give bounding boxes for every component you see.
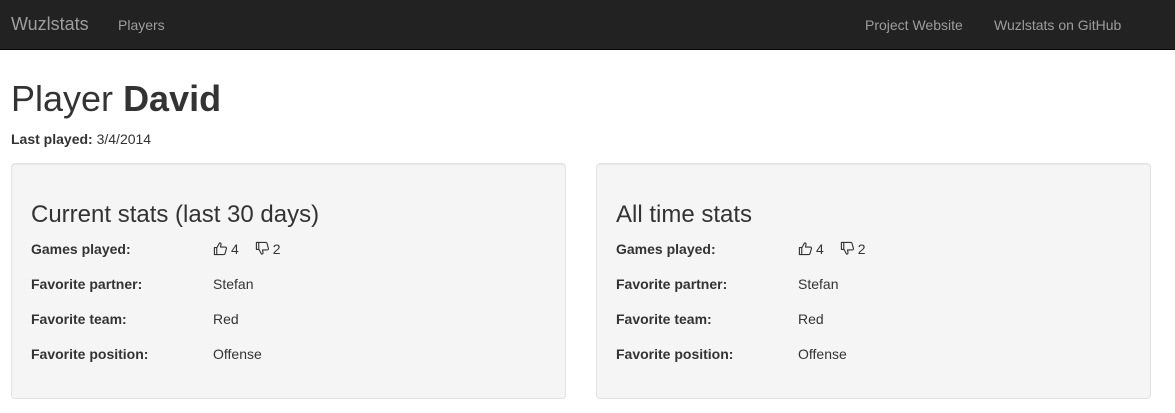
favorite-partner-row: Favorite partner: Stefan (31, 274, 551, 294)
last-played-label: Last played: (11, 131, 93, 147)
favorite-partner-label: Favorite partner: (31, 276, 143, 292)
wins-count: 4 (231, 241, 239, 257)
games-played-row: Games played: 4 2 (616, 239, 1136, 259)
favorite-position-value: Offense (798, 346, 847, 362)
favorite-partner-row: Favorite partner: Stefan (616, 274, 1136, 294)
favorite-partner-label: Favorite partner: (616, 276, 728, 292)
thumbs-up-icon (213, 242, 228, 256)
all-time-stats-title: All time stats (616, 201, 753, 228)
games-played-row: Games played: 4 2 (31, 239, 551, 259)
current-stats-panel: Current stats (last 30 days) Games playe… (11, 163, 566, 399)
favorite-position-label: Favorite position: (616, 346, 734, 362)
favorite-position-label: Favorite position: (31, 346, 149, 362)
all-time-stats-panel: All time stats Games played: 4 2 Favorit… (596, 163, 1151, 399)
thumbs-up-icon (798, 242, 813, 256)
nav-players-link[interactable]: Players (118, 16, 165, 34)
losses-count: 2 (272, 241, 281, 257)
favorite-partner-value: Stefan (798, 276, 839, 292)
favorite-partner-value: Stefan (213, 276, 254, 292)
favorite-position-value: Offense (213, 346, 262, 362)
games-played-value: 4 2 (798, 239, 865, 259)
current-stats-title: Current stats (last 30 days) (31, 201, 320, 228)
losses-count: 2 (857, 241, 866, 257)
player-name: David (123, 78, 222, 119)
favorite-team-row: Favorite team: Red (31, 309, 551, 329)
thumbs-down-icon (840, 241, 854, 255)
nav-github-link[interactable]: Wuzlstats on GitHub (994, 16, 1121, 34)
games-played-label: Games played: (31, 241, 131, 257)
page-title: Player David (11, 79, 221, 119)
favorite-position-row: Favorite position: Offense (31, 344, 551, 364)
nav-project-website-link[interactable]: Project Website (865, 16, 963, 34)
favorite-team-label: Favorite team: (616, 311, 712, 327)
favorite-position-row: Favorite position: Offense (616, 344, 1136, 364)
wins-count: 4 (816, 241, 824, 257)
favorite-team-value: Red (798, 311, 824, 327)
top-navbar: Wuzlstats Players Project Website Wuzlst… (0, 0, 1175, 50)
last-played: Last played: 3/4/2014 (11, 130, 151, 148)
favorite-team-label: Favorite team: (31, 311, 127, 327)
favorite-team-row: Favorite team: Red (616, 309, 1136, 329)
last-played-value: 3/4/2014 (96, 131, 152, 147)
games-played-label: Games played: (616, 241, 716, 257)
thumbs-down-icon (255, 241, 269, 255)
page-title-prefix: Player (11, 78, 114, 119)
games-played-value: 4 2 (213, 239, 280, 259)
brand-link[interactable]: Wuzlstats (11, 14, 89, 34)
favorite-team-value: Red (213, 311, 239, 327)
